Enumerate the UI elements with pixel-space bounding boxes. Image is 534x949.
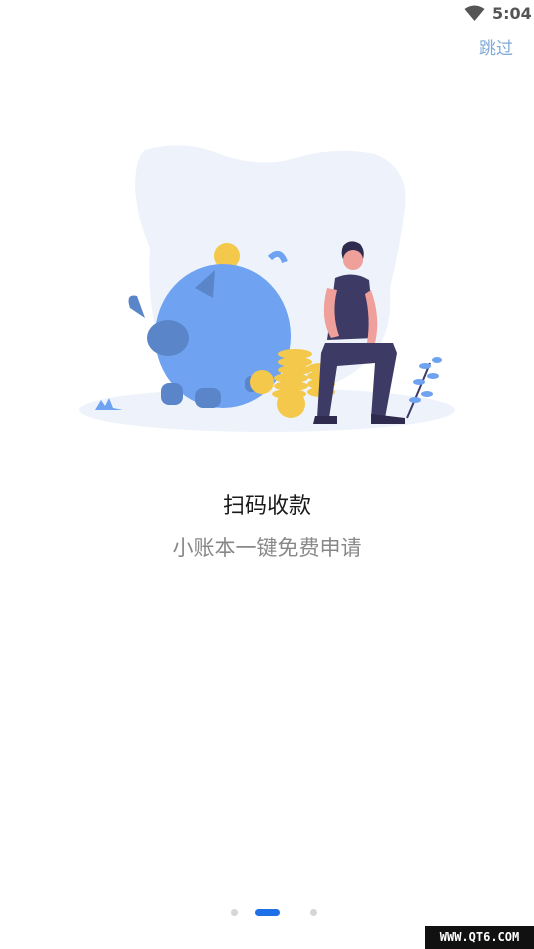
- guide-subtitle: 小账本一键免费申请: [172, 536, 362, 560]
- status-bar: 5:04: [0, 0, 534, 28]
- coin-front: [277, 390, 305, 418]
- pig-leg-front: [161, 383, 183, 405]
- guide-title: 扫码收款: [222, 494, 311, 519]
- skip-button[interactable]: 跳过: [477, 32, 515, 61]
- piggy-bank-illustration: [79, 145, 455, 432]
- watermark: WWW.QT6.COM: [425, 926, 534, 949]
- page-dot-1[interactable]: [231, 909, 238, 916]
- pig-leg-back: [195, 388, 221, 408]
- pig-ear-back: [128, 295, 145, 318]
- wifi-icon: [464, 5, 485, 21]
- page-dot-3[interactable]: [310, 909, 317, 916]
- page-indicator: [231, 906, 321, 918]
- status-time: 5:04: [492, 4, 532, 23]
- coin-loose: [250, 370, 274, 394]
- page-dot-2-active[interactable]: [255, 909, 280, 916]
- pig-snout: [147, 320, 189, 356]
